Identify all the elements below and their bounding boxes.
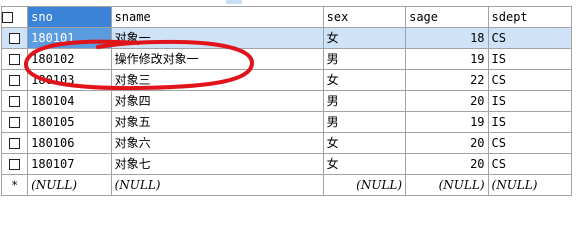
header-select-all[interactable] xyxy=(0,6,29,28)
cell-sno[interactable]: 180102 xyxy=(27,48,112,70)
cell-sno[interactable]: 180106 xyxy=(27,132,112,154)
column-header-sno[interactable]: sno xyxy=(27,6,112,28)
cell-sno[interactable]: 180105 xyxy=(27,111,112,133)
column-header-sname[interactable]: sname xyxy=(110,6,324,28)
row-checkbox-cell[interactable] xyxy=(0,153,29,175)
row-checkbox-cell[interactable] xyxy=(0,69,29,91)
cell-sage[interactable]: 18 xyxy=(405,27,489,49)
cell-sname[interactable]: 对象四 xyxy=(110,90,324,112)
table-row[interactable]: 180104 对象四 男 20 IS xyxy=(0,90,573,112)
checkbox-icon[interactable] xyxy=(9,53,21,65)
select-all-checkbox-icon[interactable] xyxy=(2,11,13,23)
new-row[interactable]: * (NULL) (NULL) (NULL) (NULL) (NULL) xyxy=(0,174,573,196)
column-header-sdept[interactable]: sdept xyxy=(487,6,573,28)
table-row[interactable]: 180102 操作修改对象一 男 19 IS xyxy=(0,48,573,70)
column-header-sex[interactable]: sex xyxy=(322,6,407,28)
cell-sage[interactable]: 20 xyxy=(405,132,489,154)
cell-sdept[interactable]: IS xyxy=(487,48,573,70)
row-checkbox-cell[interactable] xyxy=(0,27,29,49)
cell-sage[interactable]: 20 xyxy=(405,90,489,112)
row-checkbox-cell[interactable] xyxy=(0,48,29,70)
cell-sname[interactable]: 对象一 xyxy=(110,27,324,49)
cell-sdept[interactable]: (NULL) xyxy=(487,174,573,196)
cell-sdept[interactable]: CS xyxy=(487,69,573,91)
cell-sage[interactable]: 19 xyxy=(405,48,489,70)
table-row[interactable]: 180107 对象七 女 20 CS xyxy=(0,153,573,175)
cell-sage[interactable]: 20 xyxy=(405,153,489,175)
cell-sno[interactable]: 180101 xyxy=(27,27,112,49)
table-row[interactable]: 180105 对象五 男 19 IS xyxy=(0,111,573,133)
cell-sname[interactable]: (NULL) xyxy=(110,174,324,196)
tab-indicator xyxy=(226,0,242,4)
cell-sname[interactable]: 对象六 xyxy=(110,132,324,154)
cell-sex[interactable]: 男 xyxy=(322,90,407,112)
table-row[interactable]: 180101 对象一 女 18 CS xyxy=(0,27,573,49)
cell-sname[interactable]: 对象三 xyxy=(110,69,324,91)
cell-sno[interactable]: 180103 xyxy=(27,69,112,91)
cell-sage[interactable]: 19 xyxy=(405,111,489,133)
table-row[interactable]: 180106 对象六 女 20 CS xyxy=(0,132,573,154)
cell-sdept[interactable]: CS xyxy=(487,153,573,175)
checkbox-icon[interactable] xyxy=(9,95,21,107)
cell-sage[interactable]: (NULL) xyxy=(405,174,489,196)
header-row: sno sname sex sage sdept xyxy=(0,6,573,28)
checkbox-icon[interactable] xyxy=(9,158,21,170)
cell-sdept[interactable]: CS xyxy=(487,27,573,49)
top-strip xyxy=(0,0,587,4)
row-checkbox-cell[interactable] xyxy=(0,111,29,133)
checkbox-icon[interactable] xyxy=(9,116,21,128)
cell-sno[interactable]: 180104 xyxy=(27,90,112,112)
data-grid: sno sname sex sage sdept 180101 对象一 女 18… xyxy=(0,6,573,196)
cell-sdept[interactable]: IS xyxy=(487,90,573,112)
cell-sex[interactable]: 男 xyxy=(322,111,407,133)
cell-sname[interactable]: 对象七 xyxy=(110,153,324,175)
cell-sex[interactable]: 女 xyxy=(322,69,407,91)
cell-sno[interactable]: (NULL) xyxy=(27,174,112,196)
cell-sdept[interactable]: IS xyxy=(487,111,573,133)
cell-sage[interactable]: 22 xyxy=(405,69,489,91)
cell-sname[interactable]: 对象五 xyxy=(110,111,324,133)
cell-sdept[interactable]: CS xyxy=(487,132,573,154)
cell-sex[interactable]: 女 xyxy=(322,132,407,154)
checkbox-icon[interactable] xyxy=(9,74,21,86)
column-header-sage[interactable]: sage xyxy=(405,6,489,28)
cell-sex[interactable]: 女 xyxy=(322,27,407,49)
cell-sex[interactable]: 女 xyxy=(322,153,407,175)
cell-sex[interactable]: 男 xyxy=(322,48,407,70)
new-row-marker: * xyxy=(0,174,29,196)
row-checkbox-cell[interactable] xyxy=(0,132,29,154)
table-row[interactable]: 180103 对象三 女 22 CS xyxy=(0,69,573,91)
cell-sno[interactable]: 180107 xyxy=(27,153,112,175)
checkbox-icon[interactable] xyxy=(9,137,21,149)
cell-sname[interactable]: 操作修改对象一 xyxy=(110,48,324,70)
checkbox-icon[interactable] xyxy=(9,32,21,44)
cell-sex[interactable]: (NULL) xyxy=(322,174,407,196)
row-checkbox-cell[interactable] xyxy=(0,90,29,112)
